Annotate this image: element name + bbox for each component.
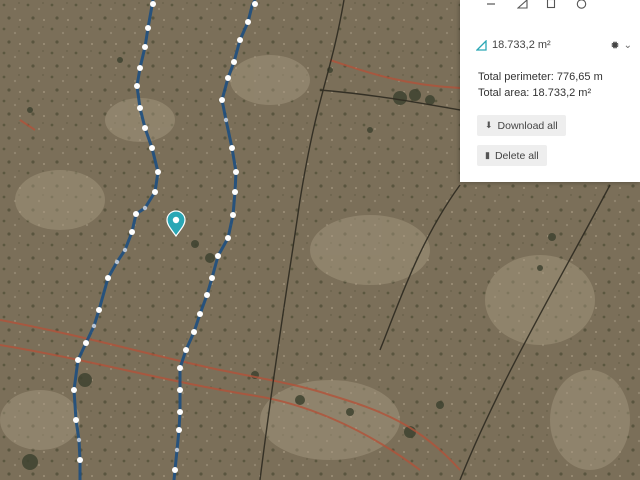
area-icon <box>475 38 487 51</box>
measured-shape-row[interactable]: 18.733,2 m² ✹ ⌄ <box>475 38 632 52</box>
trash-icon: ▮ <box>485 150 490 160</box>
chevron-down-icon[interactable]: ⌄ <box>624 40 632 51</box>
shape-area-value: 18.733,2 m² <box>492 39 551 51</box>
delete-all-button[interactable]: ▮ Delete all <box>477 145 547 166</box>
measurement-summary: Total perimeter: 776,65 m Total area: 18… <box>478 69 603 101</box>
line-tool-icon[interactable] <box>484 0 498 10</box>
area-tool-icon[interactable] <box>515 0 529 10</box>
gear-icon[interactable]: ✹ <box>610 39 619 52</box>
download-all-label: Download all <box>497 119 558 132</box>
rectangle-tool-icon[interactable] <box>544 0 558 10</box>
measure-panel: 18.733,2 m² ✹ ⌄ Total perimeter: 776,65 … <box>460 0 640 182</box>
total-area: Total area: 18.733,2 m² <box>478 87 592 99</box>
total-perimeter: Total perimeter: 776,65 m <box>478 71 603 83</box>
download-icon: ⬇ <box>485 120 493 130</box>
draw-toolbar <box>460 0 640 14</box>
circle-tool-icon[interactable] <box>574 0 588 10</box>
delete-all-label: Delete all <box>494 149 539 162</box>
download-all-button[interactable]: ⬇ Download all <box>477 115 566 136</box>
